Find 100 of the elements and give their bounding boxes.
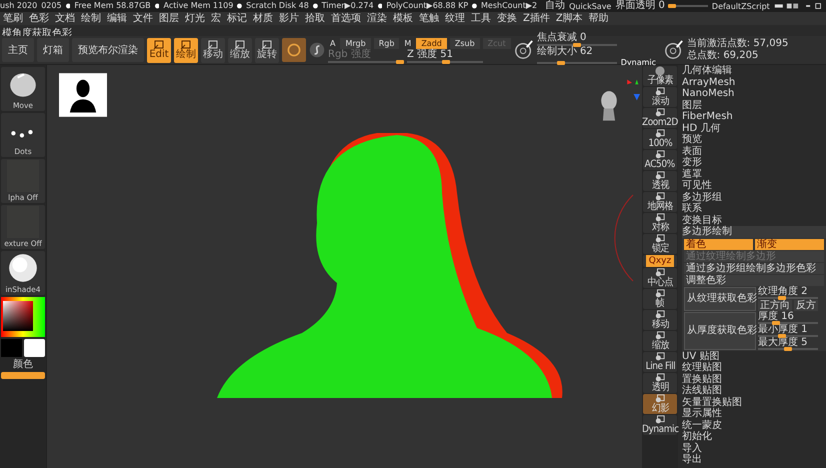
script-button[interactable]: DefaultZScript [712, 2, 770, 10]
menu-item[interactable]: 法线贴图 [682, 385, 826, 396]
menu-item[interactable]: 矢量置换贴图 [682, 396, 826, 408]
view-tool-button[interactable]: 幻影 [643, 394, 677, 414]
viewport[interactable] [46, 65, 642, 468]
menu-item[interactable]: 灯光 [182, 12, 208, 25]
view-tool-button[interactable]: Dynamic [643, 415, 677, 435]
menu-item[interactable]: 导出 [682, 454, 826, 466]
menu-item[interactable]: 拾取 [302, 12, 328, 25]
slider-thumb[interactable] [556, 60, 565, 64]
slider-thumb[interactable] [668, 4, 676, 8]
action-button[interactable]: 从厚度获取色彩 [684, 312, 756, 350]
subpalette-header[interactable]: 多边形绘制 [682, 226, 826, 238]
slider-thumb[interactable] [772, 320, 780, 324]
view-tool-button[interactable]: 对称 [643, 213, 677, 233]
mode-button[interactable]: Edit [147, 38, 171, 62]
view-tool-button[interactable]: AC50% [643, 150, 677, 170]
toolbar-tab[interactable]: 灯箱 [37, 38, 69, 62]
menu-item[interactable]: 文档 [52, 12, 78, 25]
menu-item[interactable]: 材质 [250, 12, 276, 25]
menu-item[interactable]: 笔触 [416, 12, 442, 25]
menu-item[interactable]: 导入 [682, 442, 826, 454]
menu-item[interactable]: 多边形组 [682, 192, 826, 203]
dynamic-label[interactable]: Dynamic [620, 58, 656, 67]
menu-item[interactable]: Z插件 [520, 12, 553, 25]
mode-button[interactable]: 旋转 [255, 38, 279, 62]
switch-color-button[interactable] [1, 372, 45, 379]
menu-item[interactable]: 初始化 [682, 431, 826, 442]
view-tool-button[interactable]: 100% [643, 129, 677, 149]
view-tool-button[interactable]: 中心点 [643, 268, 677, 288]
slider-thumb[interactable] [442, 60, 450, 64]
channel-button[interactable]: Rgb [374, 38, 400, 48]
menu-item[interactable]: Z脚本 [552, 12, 586, 25]
menu-item[interactable]: 宏 [208, 12, 224, 25]
view-tool-button[interactable]: 移动 [643, 310, 677, 330]
menu-item[interactable]: UV 贴图 [682, 350, 826, 362]
slider-thumb[interactable] [572, 43, 581, 47]
menu-item[interactable]: 几何体编辑 [682, 65, 826, 76]
menu-item[interactable]: ArrayMesh [682, 76, 826, 88]
brush-circle-icon[interactable] [664, 40, 684, 60]
color-picker[interactable] [1, 297, 45, 337]
menu-item[interactable]: 帮助 [586, 12, 612, 25]
slider-thumb[interactable] [784, 346, 792, 350]
secondary-color-swatch[interactable] [24, 339, 45, 357]
menu-item[interactable]: 图层 [156, 12, 182, 25]
menu-item[interactable]: 纹理贴图 [682, 362, 826, 374]
mode-button[interactable]: 移动 [201, 38, 225, 62]
menu-item[interactable]: 表面 [682, 146, 826, 157]
menu-item[interactable]: 工具 [468, 12, 494, 25]
channel-button[interactable]: Mrgb [340, 38, 371, 48]
menu-item[interactable]: 图层 [682, 100, 826, 111]
direction-button[interactable]: 正方向 [758, 300, 792, 310]
view-tool-button[interactable]: Zoom2D [643, 108, 677, 128]
menu-item[interactable]: FiberMesh [682, 111, 826, 122]
menu-item[interactable]: 变换 [494, 12, 520, 25]
menu-item[interactable]: 笔刷 [0, 12, 26, 25]
stroke-icon[interactable] [309, 42, 325, 58]
toggle-button[interactable]: 着色 [684, 238, 753, 250]
menu-item[interactable]: 首选项 [328, 12, 364, 25]
menu-item[interactable]: 编辑 [104, 12, 130, 25]
menu-item[interactable]: 影片 [276, 12, 302, 25]
brush-circle-icon[interactable] [514, 40, 534, 60]
menu-item[interactable]: 绘制 [78, 12, 104, 25]
menu-item[interactable]: 渲染 [364, 12, 390, 25]
view-tool-button[interactable]: 子像素 [643, 66, 677, 86]
menu-item[interactable]: 变换目标 [682, 214, 826, 226]
action-button[interactable]: 调整色彩 [684, 274, 824, 286]
view-tool-button[interactable]: Line Fill [643, 352, 677, 372]
menu-item[interactable]: 显示属性 [682, 408, 826, 420]
menu-item[interactable]: 纹理 [442, 12, 468, 25]
menu-item[interactable]: 色彩 [26, 12, 52, 25]
quicksave-button[interactable]: QuickSave [569, 2, 612, 10]
view-tool-button[interactable]: 透视 [643, 171, 677, 191]
view-tool-button[interactable]: 滚动 [643, 87, 677, 107]
slider-thumb[interactable] [778, 296, 786, 300]
axis-arrows-icon[interactable] [624, 77, 640, 103]
menu-item[interactable]: 可见性 [682, 180, 826, 192]
channel-button[interactable]: Zadd [416, 38, 447, 48]
menu-item[interactable]: 预览 [682, 134, 826, 146]
menu-item[interactable]: 文件 [130, 12, 156, 25]
view-tool-button[interactable]: 地网格 [643, 192, 677, 212]
action-button[interactable]: 通过多边形组绘制多边形色彩 [684, 262, 824, 274]
toggle-button[interactable]: 渐变 [755, 238, 824, 250]
menu-item[interactable]: HD 几何 [682, 122, 826, 134]
menu-item[interactable]: 标记 [224, 12, 250, 25]
slider-thumb[interactable] [778, 334, 786, 338]
view-tool-button[interactable]: 锁定 [643, 234, 677, 254]
menu-item[interactable]: 遮罩 [682, 168, 826, 180]
window-controls-icon[interactable] [774, 2, 822, 10]
main-color-swatch[interactable] [1, 339, 22, 357]
direction-button[interactable]: 反方 [794, 300, 818, 310]
view-tool-button[interactable]: 帧 [643, 289, 677, 309]
view-tool-button[interactable]: Qxyz [643, 255, 677, 267]
menu-item[interactable]: 统一蒙皮 [682, 420, 826, 431]
menu-item[interactable]: 置换贴图 [682, 374, 826, 385]
view-tool-button[interactable]: 缩放 [643, 331, 677, 351]
channel-button[interactable]: Zsub [450, 38, 480, 48]
mode-button[interactable]: 缩放 [228, 38, 252, 62]
mode-button[interactable]: 绘制 [174, 38, 198, 62]
toolbar-tab[interactable]: 预览布尔渲染 [72, 38, 144, 62]
